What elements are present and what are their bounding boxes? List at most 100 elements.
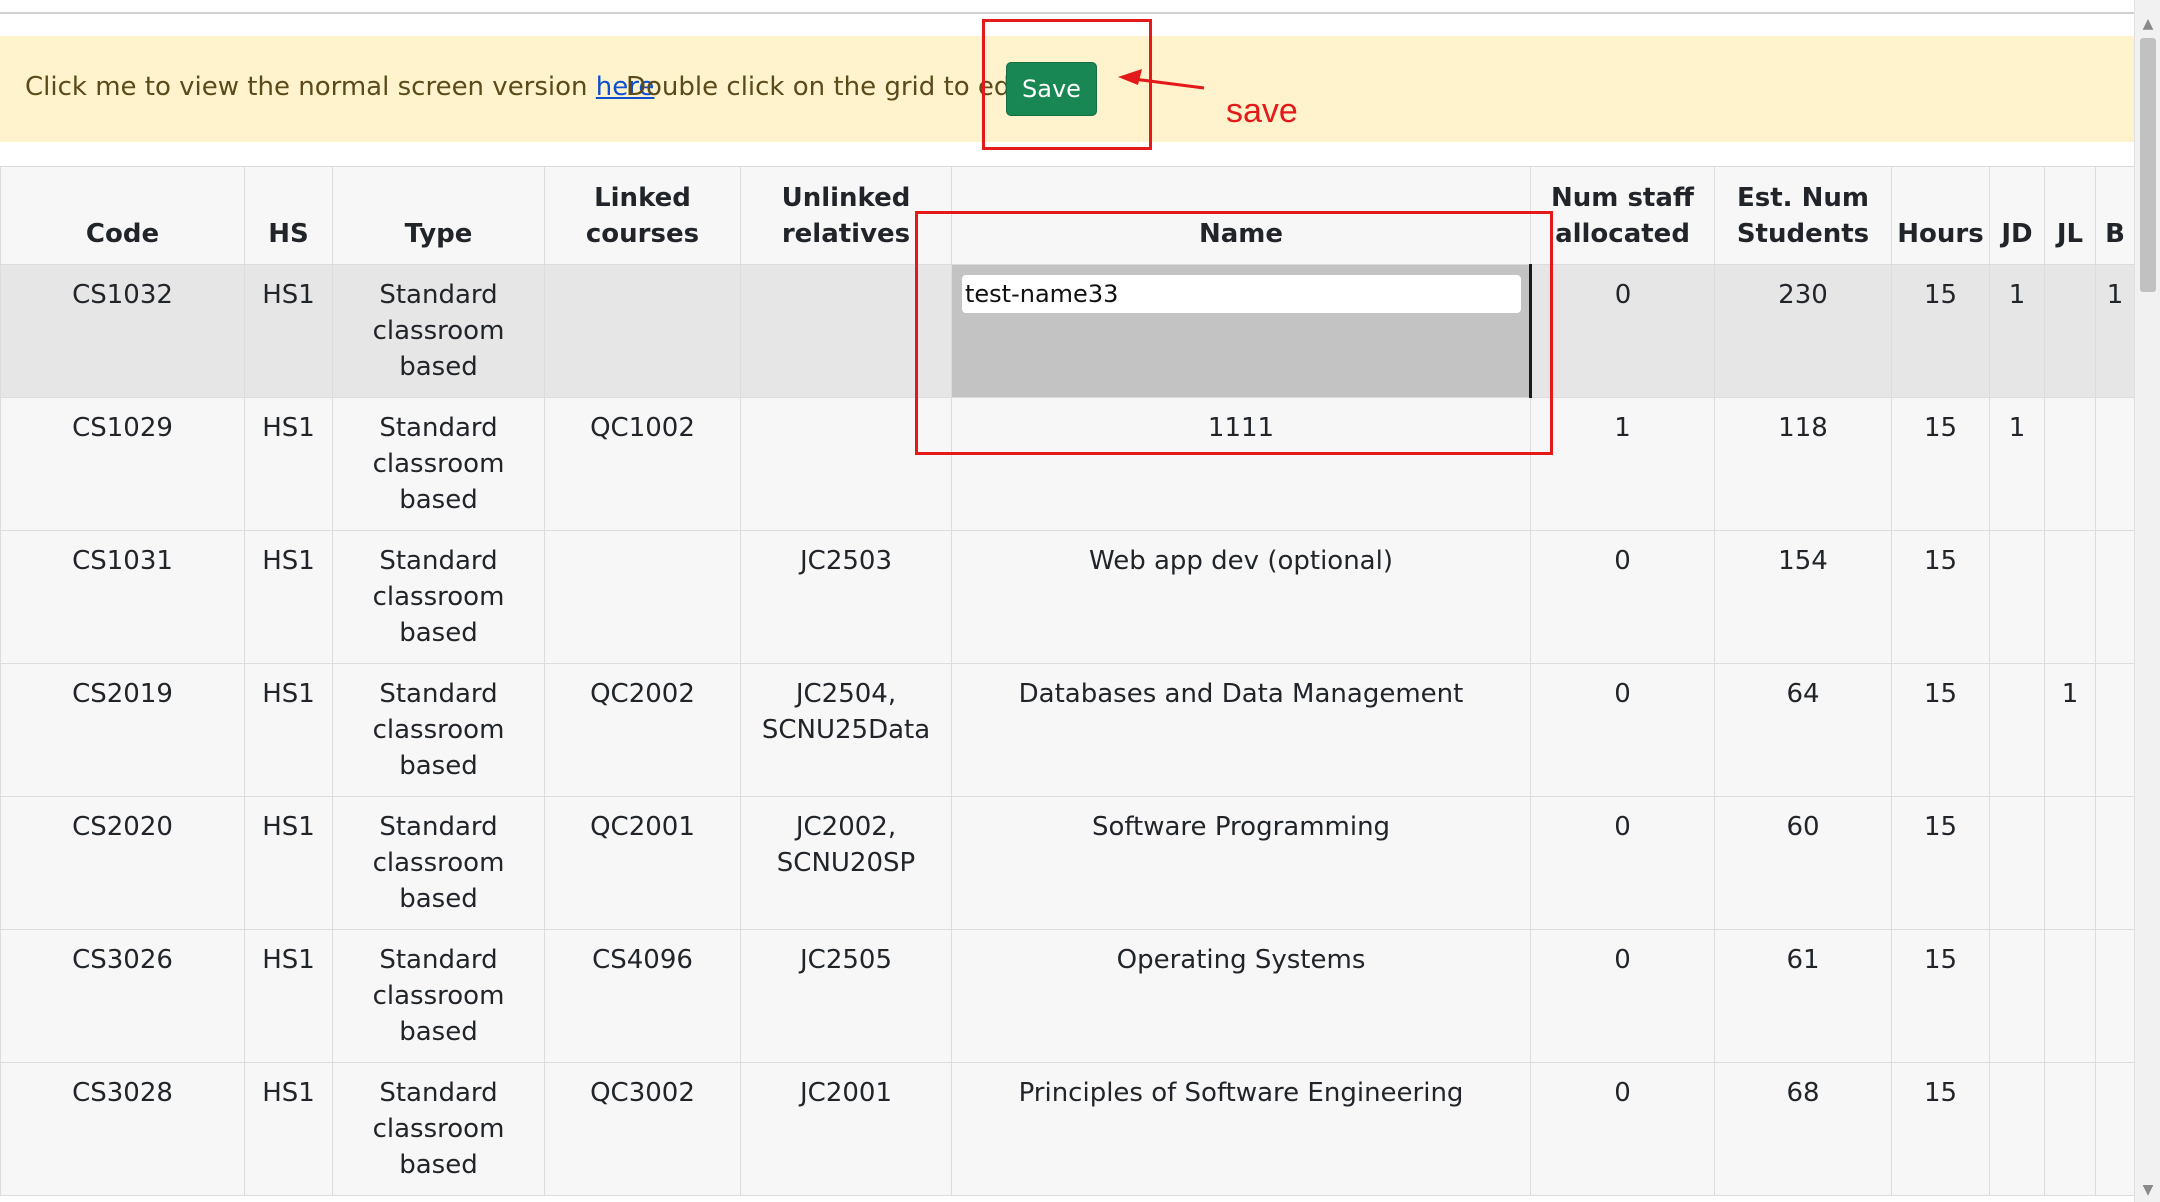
column-header-unlinked-relatives[interactable]: Unlinked relatives (740, 166, 952, 265)
cell-jd[interactable] (1989, 929, 2045, 1063)
cell-code[interactable]: CS2019 (0, 663, 245, 797)
cell-type[interactable]: Standard classroom based (332, 264, 545, 398)
column-header-b[interactable]: B (2095, 166, 2135, 265)
cell-jd[interactable] (1989, 663, 2045, 797)
scrollbar-thumb[interactable] (2140, 38, 2156, 292)
cell-hs[interactable]: HS1 (244, 264, 333, 398)
column-header-code[interactable]: Code (0, 166, 245, 265)
cell-code[interactable]: CS3028 (0, 1062, 245, 1196)
table-row[interactable]: CS3026 HS1 Standard classroom based CS40… (0, 929, 2135, 1063)
cell-hours[interactable]: 15 (1891, 929, 1990, 1063)
cell-jd[interactable] (1989, 1062, 2045, 1196)
cell-hours[interactable]: 15 (1891, 663, 1990, 797)
cell-est-students[interactable]: 154 (1714, 530, 1892, 664)
cell-linked-courses[interactable]: QC1002 (544, 397, 741, 531)
column-header-hours[interactable]: Hours (1891, 166, 1990, 265)
cell-hs[interactable]: HS1 (244, 929, 333, 1063)
table-row[interactable]: CS2019 HS1 Standard classroom based QC20… (0, 663, 2135, 797)
cell-unlinked-relatives[interactable]: JC2504, SCNU25Data (740, 663, 952, 797)
cell-b[interactable] (2095, 397, 2135, 531)
cell-b[interactable] (2095, 530, 2135, 664)
cell-linked-courses[interactable]: QC2002 (544, 663, 741, 797)
table-row[interactable]: CS1032 HS1 Standard classroom based 0 23… (0, 264, 2135, 398)
cell-name[interactable]: Databases and Data Management (951, 663, 1531, 797)
cell-b[interactable] (2095, 663, 2135, 797)
cell-hs[interactable]: HS1 (244, 1062, 333, 1196)
cell-hours[interactable]: 15 (1891, 530, 1990, 664)
cell-type[interactable]: Standard classroom based (332, 663, 545, 797)
cell-jd[interactable]: 1 (1989, 264, 2045, 398)
cell-jl[interactable] (2044, 796, 2096, 930)
column-header-num-staff[interactable]: Num staff allocated (1530, 166, 1715, 265)
cell-name[interactable]: 1111 (951, 397, 1531, 531)
cell-jd[interactable] (1989, 796, 2045, 930)
cell-b[interactable] (2095, 1062, 2135, 1196)
cell-hours[interactable]: 15 (1891, 397, 1990, 531)
cell-code[interactable]: CS1029 (0, 397, 245, 531)
table-row[interactable]: CS2020 HS1 Standard classroom based QC20… (0, 796, 2135, 930)
cell-hs[interactable]: HS1 (244, 530, 333, 664)
cell-linked-courses[interactable]: QC3002 (544, 1062, 741, 1196)
cell-num-staff[interactable]: 0 (1530, 796, 1715, 930)
cell-name[interactable]: Principles of Software Engineering (951, 1062, 1531, 1196)
cell-est-students[interactable]: 68 (1714, 1062, 1892, 1196)
scroll-up-icon[interactable]: ▲ (2135, 12, 2160, 36)
cell-b[interactable]: 1 (2095, 264, 2135, 398)
column-header-name[interactable]: Name (951, 166, 1531, 265)
cell-num-staff[interactable]: 0 (1530, 929, 1715, 1063)
cell-type[interactable]: Standard classroom based (332, 397, 545, 531)
column-header-hs[interactable]: HS (244, 166, 333, 265)
name-edit-input[interactable] (962, 275, 1521, 313)
cell-unlinked-relatives[interactable]: JC2505 (740, 929, 952, 1063)
cell-est-students[interactable]: 230 (1714, 264, 1892, 398)
cell-jl[interactable] (2044, 530, 2096, 664)
scroll-down-icon[interactable]: ▼ (2135, 1178, 2160, 1202)
cell-code[interactable]: CS2020 (0, 796, 245, 930)
column-header-type[interactable]: Type (332, 166, 545, 265)
cell-hs[interactable]: HS1 (244, 796, 333, 930)
cell-hours[interactable]: 15 (1891, 264, 1990, 398)
cell-est-students[interactable]: 60 (1714, 796, 1892, 930)
cell-unlinked-relatives[interactable] (740, 397, 952, 531)
cell-hs[interactable]: HS1 (244, 663, 333, 797)
cell-name[interactable]: Web app dev (optional) (951, 530, 1531, 664)
cell-num-staff[interactable]: 0 (1530, 663, 1715, 797)
cell-est-students[interactable]: 118 (1714, 397, 1892, 531)
cell-type[interactable]: Standard classroom based (332, 1062, 545, 1196)
table-row[interactable]: CS1031 HS1 Standard classroom based JC25… (0, 530, 2135, 664)
cell-code[interactable]: CS1032 (0, 264, 245, 398)
table-row[interactable]: CS3028 HS1 Standard classroom based QC30… (0, 1062, 2135, 1196)
cell-b[interactable] (2095, 929, 2135, 1063)
cell-hs[interactable]: HS1 (244, 397, 333, 531)
cell-code[interactable]: CS1031 (0, 530, 245, 664)
cell-unlinked-relatives[interactable] (740, 264, 952, 398)
cell-jl[interactable] (2044, 1062, 2096, 1196)
cell-jl[interactable] (2044, 929, 2096, 1063)
cell-est-students[interactable]: 64 (1714, 663, 1892, 797)
cell-name[interactable]: Operating Systems (951, 929, 1531, 1063)
table-row[interactable]: CS1029 HS1 Standard classroom based QC10… (0, 397, 2135, 531)
cell-num-staff[interactable]: 1 (1530, 397, 1715, 531)
cell-code[interactable]: CS3026 (0, 929, 245, 1063)
cell-num-staff[interactable]: 0 (1530, 1062, 1715, 1196)
cell-jl[interactable]: 1 (2044, 663, 2096, 797)
cell-type[interactable]: Standard classroom based (332, 796, 545, 930)
column-header-linked-courses[interactable]: Linked courses (544, 166, 741, 265)
save-button[interactable]: Save (1006, 62, 1097, 116)
cell-unlinked-relatives[interactable]: JC2503 (740, 530, 952, 664)
cell-linked-courses[interactable]: QC2001 (544, 796, 741, 930)
cell-jd[interactable] (1989, 530, 2045, 664)
cell-linked-courses[interactable] (544, 530, 741, 664)
cell-est-students[interactable]: 61 (1714, 929, 1892, 1063)
cell-jl[interactable] (2044, 397, 2096, 531)
cell-name[interactable]: Software Programming (951, 796, 1531, 930)
column-header-jl[interactable]: JL (2044, 166, 2096, 265)
cell-linked-courses[interactable]: CS4096 (544, 929, 741, 1063)
cell-type[interactable]: Standard classroom based (332, 929, 545, 1063)
column-header-jd[interactable]: JD (1989, 166, 2045, 265)
cell-num-staff[interactable]: 0 (1530, 530, 1715, 664)
vertical-scrollbar[interactable]: ▲ ▼ (2134, 0, 2160, 1202)
column-header-est-students[interactable]: Est. Num Students (1714, 166, 1892, 265)
cell-jl[interactable] (2044, 264, 2096, 398)
cell-hours[interactable]: 15 (1891, 1062, 1990, 1196)
